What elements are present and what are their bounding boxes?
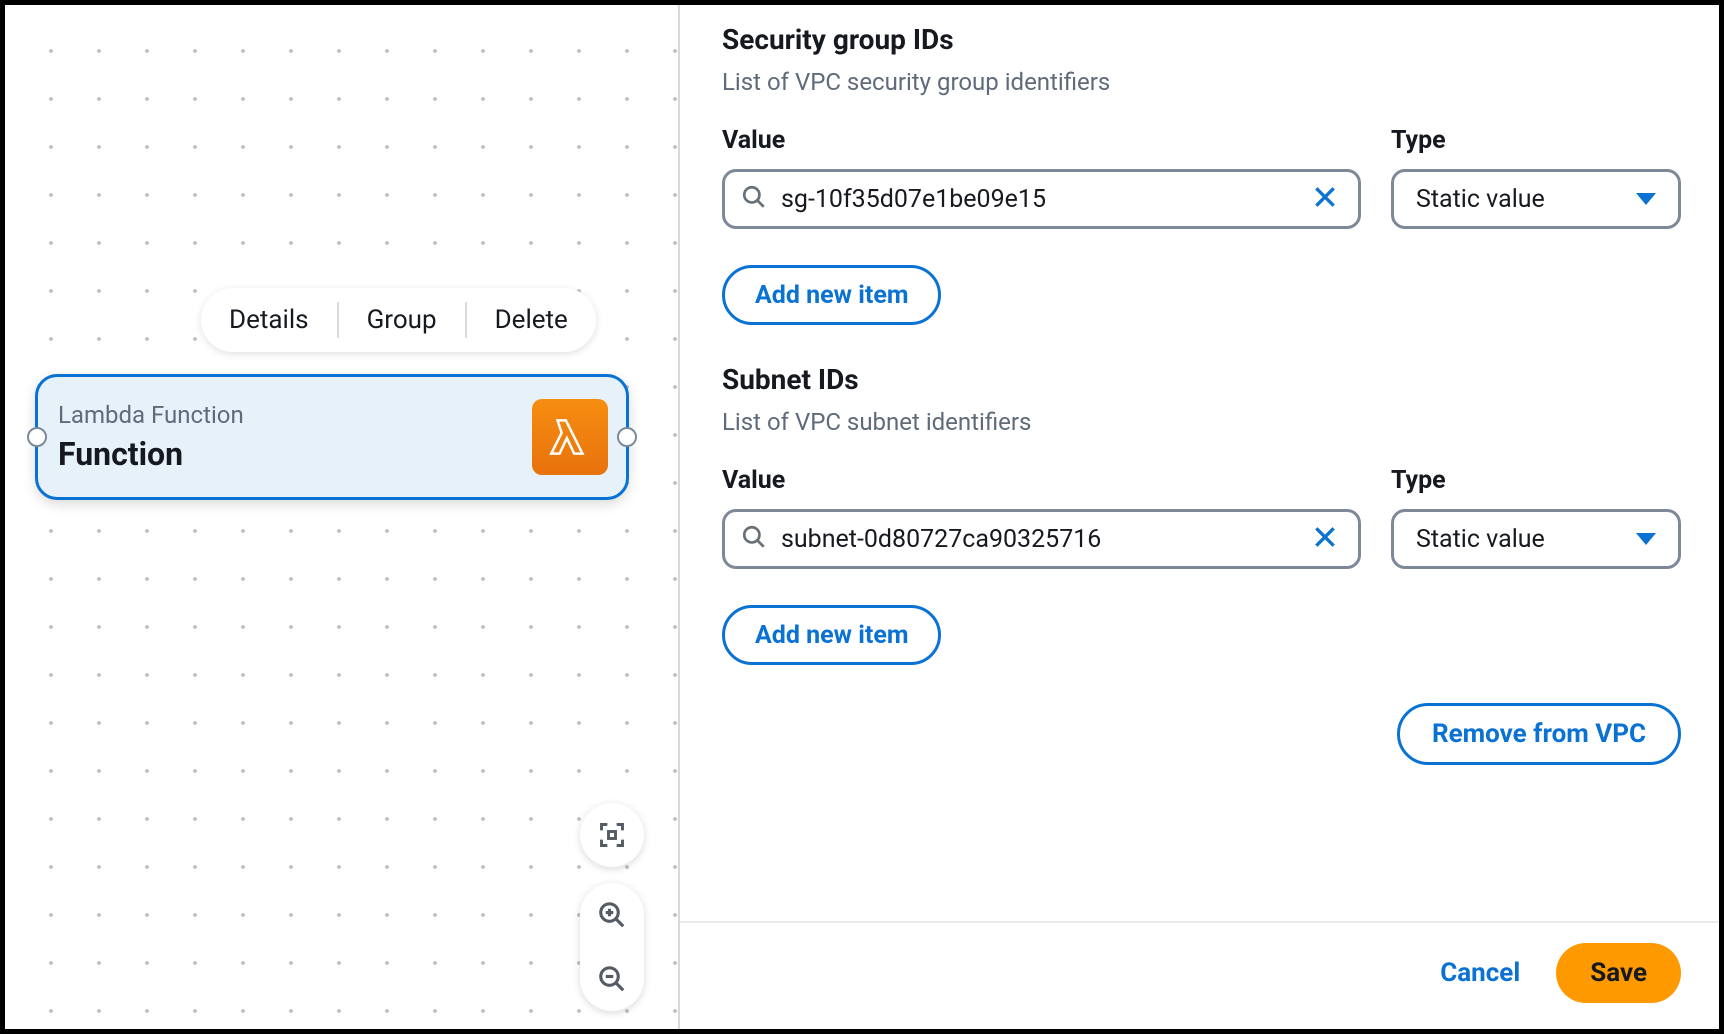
- search-icon: [741, 184, 767, 214]
- subnet-clear-button[interactable]: [1308, 520, 1342, 558]
- canvas-panel[interactable]: Details Group Delete Lambda Function Fun…: [5, 5, 680, 1029]
- sg-value-input[interactable]: sg-10f35d07e1be09e15: [722, 169, 1361, 229]
- node-type-label: Lambda Function: [58, 401, 532, 429]
- toolbar-divider: [465, 302, 467, 338]
- sg-type-value: Static value: [1416, 185, 1545, 214]
- chevron-down-icon: [1636, 533, 1656, 545]
- delete-button[interactable]: Delete: [491, 305, 572, 335]
- subnet-section: Subnet IDs List of VPC subnet identifier…: [722, 363, 1681, 665]
- subnet-type-label: Type: [1391, 466, 1681, 495]
- subnet-value-input[interactable]: subnet-0d80727ca90325716: [722, 509, 1361, 569]
- close-icon: [1312, 184, 1338, 214]
- group-button[interactable]: Group: [363, 305, 441, 335]
- save-button[interactable]: Save: [1556, 943, 1681, 1003]
- subnet-value-text: subnet-0d80727ca90325716: [781, 525, 1294, 554]
- node-name-label: Function: [58, 435, 532, 473]
- toolbar-divider: [337, 302, 339, 338]
- sg-value-text: sg-10f35d07e1be09e15: [781, 185, 1294, 214]
- sg-value-label: Value: [722, 126, 1361, 155]
- lambda-icon: [532, 399, 608, 475]
- details-panel: Security group IDs List of VPC security …: [680, 5, 1719, 1029]
- subnet-title: Subnet IDs: [722, 363, 1681, 396]
- node-port-right[interactable]: [617, 427, 637, 447]
- security-group-section: Security group IDs List of VPC security …: [722, 23, 1681, 325]
- security-group-description: List of VPC security group identifiers: [722, 68, 1681, 96]
- footer: Cancel Save: [680, 921, 1719, 1029]
- node-port-left[interactable]: [27, 427, 47, 447]
- fit-to-screen-button[interactable]: [580, 803, 644, 867]
- zoom-out-button[interactable]: [580, 947, 644, 1011]
- canvas-controls: [580, 803, 644, 1011]
- zoom-in-button[interactable]: [580, 883, 644, 947]
- sg-clear-button[interactable]: [1308, 180, 1342, 218]
- close-icon: [1312, 524, 1338, 554]
- subnet-description: List of VPC subnet identifiers: [722, 408, 1681, 436]
- subnet-value-label: Value: [722, 466, 1361, 495]
- sg-type-select[interactable]: Static value: [1391, 169, 1681, 229]
- node-toolbar: Details Group Delete: [201, 288, 596, 352]
- lambda-function-node[interactable]: Lambda Function Function: [35, 374, 629, 500]
- subnet-type-value: Static value: [1416, 525, 1545, 554]
- zoom-controls: [580, 883, 644, 1011]
- subnet-type-select[interactable]: Static value: [1391, 509, 1681, 569]
- sg-type-label: Type: [1391, 126, 1681, 155]
- chevron-down-icon: [1636, 193, 1656, 205]
- subnet-add-item-button[interactable]: Add new item: [722, 605, 941, 665]
- cancel-button[interactable]: Cancel: [1440, 958, 1520, 988]
- search-icon: [741, 524, 767, 554]
- remove-from-vpc-button[interactable]: Remove from VPC: [1397, 703, 1681, 765]
- security-group-title: Security group IDs: [722, 23, 1681, 56]
- sg-add-item-button[interactable]: Add new item: [722, 265, 941, 325]
- details-button[interactable]: Details: [225, 305, 313, 335]
